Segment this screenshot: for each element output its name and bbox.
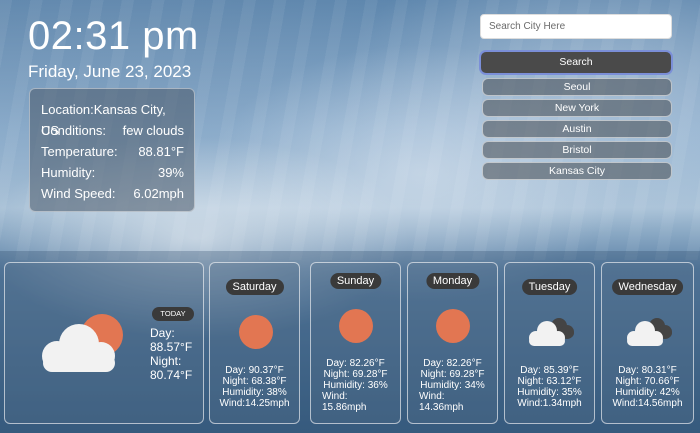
forecast-wind: Wind: <box>419 391 445 402</box>
wind-label: Wind Speed: <box>41 186 116 201</box>
current-row-temperature: Temperature: 88.81°F <box>41 141 184 162</box>
temperature-label: Temperature: <box>41 144 118 159</box>
partly-cloudy-icon <box>42 314 123 372</box>
forecast-day-temp: Day: 82.26°F <box>423 358 482 369</box>
forecast-day-temp: Day: 85.39°F <box>520 365 579 376</box>
forecast-night-temp: Night: 69.28°F <box>420 369 485 380</box>
today-day-label: Day: <box>150 326 175 340</box>
forecast-card-saturday: Saturday Day: 90.37°F Night: 68.38°F Hum… <box>209 262 300 424</box>
city-button-new-york[interactable]: New York <box>482 99 672 117</box>
forecast-day-temp: Day: 90.37°F <box>225 365 284 376</box>
forecast-details: Day: 82.26°F Night: 69.28°F Humidity: 34… <box>408 358 497 413</box>
today-card: TODAY Day: 88.57°F Night: 80.74°F <box>4 262 204 424</box>
location-label: Location:Kansas City, US <box>41 102 166 138</box>
forecast-day-label: Monday <box>425 273 480 289</box>
city-search-input[interactable] <box>480 14 672 39</box>
humidity-value: 39% <box>157 165 184 180</box>
city-button-kansas-city[interactable]: Kansas City <box>482 162 672 180</box>
sun-icon <box>339 309 373 343</box>
forecast-details: Day: 90.37°F Night: 68.38°F Humidity: 38… <box>210 365 299 409</box>
forecast-night-temp: Night: 63.12°F <box>517 376 582 387</box>
forecast-night-temp: Night: 68.38°F <box>222 376 287 387</box>
clock-time: 02:31 pm <box>28 14 199 58</box>
forecast-wind-value: 14.36mph <box>419 402 464 413</box>
current-weather-panel: Location:Kansas City, US Conditions: few… <box>29 88 195 212</box>
forecast-humidity: Humidity: 42% <box>615 387 680 398</box>
forecast-humidity: Humidity: 35% <box>517 387 582 398</box>
today-temps: Day: 88.57°F Night: 80.74°F <box>150 326 192 382</box>
forecast-day-label: Tuesday <box>521 279 578 295</box>
current-row-location: Location:Kansas City, US <box>41 99 184 138</box>
today-night-value: 80.74°F <box>150 368 193 382</box>
conditions-label: Conditions: <box>41 123 107 138</box>
forecast-day-temp: Day: 80.31°F <box>618 365 677 376</box>
city-button-bristol[interactable]: Bristol <box>482 141 672 159</box>
current-row-humidity: Humidity: 39% <box>41 162 184 183</box>
forecast-humidity: Humidity: 38% <box>222 387 287 398</box>
today-day-value: 88.57°F <box>150 340 193 354</box>
cloudy-icon <box>627 318 672 346</box>
sun-icon <box>239 315 273 349</box>
forecast-details: Day: 82.26°F Night: 69.28°F Humidity: 36… <box>311 358 400 413</box>
forecast-details: Day: 85.39°F Night: 63.12°F Humidity: 35… <box>505 365 594 409</box>
forecast-night-temp: Night: 69.28°F <box>323 369 388 380</box>
today-badge: TODAY <box>152 307 194 321</box>
current-date: Friday, June 23, 2023 <box>28 62 192 81</box>
forecast-details: Day: 80.31°F Night: 70.66°F Humidity: 42… <box>602 365 693 409</box>
forecast-card-wednesday: Wednesday Day: 80.31°F Night: 70.66°F Hu… <box>601 262 694 424</box>
forecast-night-temp: Night: 70.66°F <box>615 376 680 387</box>
forecast-wind: Wind:14.56mph <box>612 398 683 409</box>
city-button-austin[interactable]: Austin <box>482 120 672 138</box>
forecast-card-sunday: Sunday Day: 82.26°F Night: 69.28°F Humid… <box>310 262 401 424</box>
city-button-seoul[interactable]: Seoul <box>482 78 672 96</box>
saved-city-list: Seoul New York Austin Bristol Kansas Cit… <box>482 78 672 183</box>
today-night-label: Night: <box>150 354 182 368</box>
forecast-day-label: Saturday <box>225 279 284 295</box>
forecast-card-tuesday: Tuesday Day: 85.39°F Night: 63.12°F Humi… <box>504 262 595 424</box>
wind-value: 6.02mph <box>133 186 184 201</box>
search-button[interactable]: Search <box>479 50 673 75</box>
forecast-humidity: Humidity: 34% <box>420 380 485 391</box>
forecast-wind: Wind: <box>322 391 348 402</box>
forecast-wind-value: 15.86mph <box>322 402 367 413</box>
humidity-label: Humidity: <box>41 165 96 180</box>
forecast-wind: Wind:1.34mph <box>517 398 582 409</box>
conditions-value: few clouds <box>122 123 184 138</box>
forecast-day-label: Wednesday <box>611 279 684 295</box>
forecast-card-monday: Monday Day: 82.26°F Night: 69.28°F Humid… <box>407 262 498 424</box>
forecast-day-temp: Day: 82.26°F <box>326 358 385 369</box>
current-row-conditions: Conditions: few clouds <box>41 120 184 141</box>
current-row-wind: Wind Speed: 6.02mph <box>41 183 184 204</box>
cloudy-icon <box>529 318 574 346</box>
forecast-humidity: Humidity: 36% <box>323 380 388 391</box>
forecast-wind: Wind:14.25mph <box>219 398 290 409</box>
sun-icon <box>436 309 470 343</box>
forecast-day-label: Sunday <box>329 273 382 289</box>
temperature-value: 88.81°F <box>138 144 184 159</box>
